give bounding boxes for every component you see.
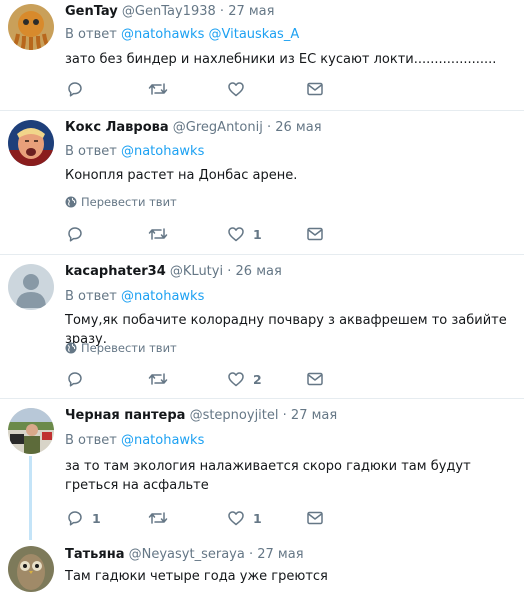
reply-count: 1 — [92, 510, 101, 526]
retweet-icon — [148, 83, 168, 95]
reply-icon — [68, 372, 82, 387]
like-count: 1 — [253, 510, 262, 526]
author-handle[interactable]: @KLutyi — [170, 264, 223, 279]
author-name[interactable]: Черная пантера — [65, 408, 185, 423]
avatar[interactable] — [8, 4, 54, 50]
author-handle[interactable]: @GregAntonij — [173, 120, 263, 135]
tweet-text: Конопля растет на Донбас арене. — [65, 168, 298, 183]
mention-link[interactable]: @natohawks — [121, 289, 204, 304]
dm-button[interactable] — [306, 509, 324, 527]
like-button[interactable] — [227, 80, 253, 98]
like-count: 2 — [253, 371, 262, 387]
retweet-icon — [148, 228, 168, 240]
dm-icon — [307, 511, 323, 525]
reply-context: В ответ @natohawks @Vitauskas_A — [65, 27, 300, 42]
tweet-date[interactable]: 27 мая — [257, 547, 303, 562]
retweet-icon — [148, 512, 168, 524]
reply-context: В ответ @natohawks — [65, 289, 205, 304]
tweet-date[interactable]: 27 мая — [228, 4, 274, 19]
tweet-date[interactable]: 26 мая — [236, 264, 282, 279]
retweet-button[interactable] — [148, 370, 176, 388]
mention-link[interactable]: @Vitauskas_A — [209, 27, 300, 42]
tweet-text: зато без биндер и нахлебники из ЕС кусаю… — [65, 52, 497, 67]
retweet-button[interactable] — [148, 225, 176, 243]
tweet-text: за то там экология налаживается скоро га… — [65, 459, 471, 493]
reply-context: В ответ @natohawks — [65, 433, 205, 448]
translate-link[interactable]: Перевести твит — [65, 195, 177, 209]
author-handle[interactable]: @GenTay1938 — [122, 4, 216, 19]
author-handle[interactable]: @stepnoyjitel — [190, 408, 279, 423]
dm-button[interactable] — [306, 225, 324, 243]
globe-icon — [65, 196, 77, 208]
mention-link[interactable]: @natohawks — [121, 27, 204, 42]
tweet[interactable]: Татьяна @Neyasyt_seraya · 27 мая Там гад… — [0, 538, 524, 598]
author-name[interactable]: Кокс Лаврова — [65, 120, 169, 135]
reply-button[interactable] — [66, 370, 92, 388]
retweet-button[interactable] — [148, 80, 176, 98]
author-name[interactable]: kacaphater34 — [65, 264, 166, 279]
reply-button[interactable] — [66, 80, 92, 98]
reply-icon — [68, 227, 82, 242]
like-icon — [228, 227, 244, 242]
globe-icon — [65, 342, 77, 354]
translate-link[interactable]: Перевести твит — [65, 341, 177, 355]
retweet-button[interactable] — [148, 509, 176, 527]
avatar[interactable] — [8, 120, 54, 166]
like-icon — [228, 372, 244, 387]
dm-icon — [307, 227, 323, 241]
dm-icon — [307, 372, 323, 386]
dm-icon — [307, 82, 323, 96]
dm-button[interactable] — [306, 80, 324, 98]
mention-link[interactable]: @natohawks — [121, 144, 204, 159]
reply-icon — [68, 82, 82, 97]
author-handle[interactable]: @Neyasyt_seraya — [129, 547, 245, 562]
reply-icon — [68, 511, 82, 526]
reply-context: В ответ @natohawks — [65, 144, 205, 159]
avatar[interactable] — [8, 264, 54, 310]
like-button[interactable]: 2 — [227, 370, 262, 388]
tweet-date[interactable]: 27 мая — [291, 408, 337, 423]
reply-button[interactable]: 1 — [66, 509, 101, 527]
tweet-text: Там гадюки четыре года уже греются — [65, 569, 328, 584]
avatar[interactable] — [8, 408, 54, 454]
tweet[interactable]: Черная пантера @stepnoyjitel · 27 мая В … — [0, 398, 524, 538]
tweet[interactable]: GenTay @GenTay1938 · 27 мая В ответ @nat… — [0, 0, 524, 110]
like-icon — [228, 82, 244, 97]
mention-link[interactable]: @natohawks — [121, 433, 204, 448]
reply-button[interactable] — [66, 225, 92, 243]
like-icon — [228, 511, 244, 526]
author-name[interactable]: GenTay — [65, 4, 118, 19]
like-button[interactable]: 1 — [227, 225, 262, 243]
like-count: 1 — [253, 226, 262, 242]
dm-button[interactable] — [306, 370, 324, 388]
retweet-icon — [148, 373, 168, 385]
author-name[interactable]: Татьяна — [65, 547, 125, 562]
tweet[interactable]: kacaphater34 @KLutyi · 26 мая В ответ @n… — [0, 254, 524, 398]
like-button[interactable]: 1 — [227, 509, 262, 527]
avatar[interactable] — [8, 546, 54, 592]
tweet[interactable]: Кокс Лаврова @GregAntonij · 26 мая В отв… — [0, 110, 524, 254]
tweet-date[interactable]: 26 мая — [275, 120, 321, 135]
